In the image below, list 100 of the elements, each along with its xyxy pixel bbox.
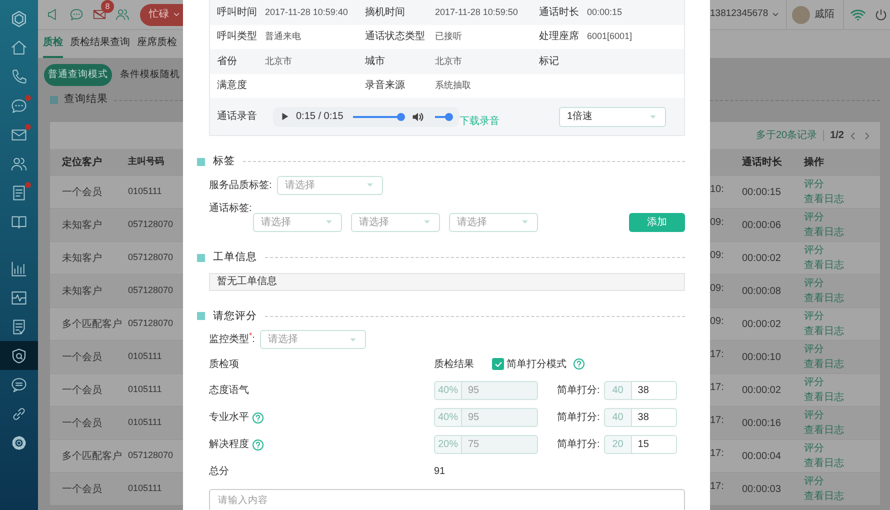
- field-value: 系统抽取: [435, 79, 472, 92]
- table-cell-text: 0105111: [128, 383, 163, 396]
- action-link[interactable]: 查看日志: [804, 226, 864, 238]
- table-cell-text: 一个会员: [61, 482, 103, 496]
- hexagon-logo-icon: [10, 10, 28, 28]
- action-link[interactable]: 查看日志: [804, 194, 864, 206]
- action-link[interactable]: 评分: [804, 178, 864, 190]
- action-link[interactable]: 评分: [804, 310, 864, 322]
- field-value: 已接听: [435, 30, 463, 43]
- dropdown-field[interactable]: 请选择: [351, 212, 440, 232]
- table-cell-text: 一个会员: [61, 416, 103, 430]
- action-link[interactable]: 评分: [804, 244, 864, 256]
- action-link[interactable]: 查看日志: [804, 424, 864, 436]
- percent-label: 40%: [434, 408, 462, 428]
- comment-field[interactable]: 请输入内容: [209, 489, 685, 510]
- action-link[interactable]: 评分: [804, 442, 864, 454]
- section-title: 工单信息: [213, 250, 257, 265]
- play-icon[interactable]: [279, 111, 290, 122]
- slider-thumb[interactable]: [445, 112, 454, 120]
- phone-icon: [10, 68, 28, 86]
- table-cell-text: 未知客户: [61, 218, 103, 232]
- column-header: 通话时长: [742, 156, 783, 170]
- speed-dropdown[interactable]: 1倍速: [559, 106, 666, 126]
- section-title: 请您评分: [213, 308, 257, 324]
- user-name: 戚陌: [814, 8, 835, 22]
- score-input[interactable]: 38: [632, 381, 677, 400]
- action-link[interactable]: 评分: [804, 410, 864, 422]
- max-score-label: 20: [604, 435, 632, 454]
- dropdown-field[interactable]: 请选择: [276, 176, 383, 195]
- field-value: 北京市: [435, 54, 463, 68]
- field-label: 城市: [365, 54, 386, 69]
- table-cell-text: 00:00:10: [742, 350, 782, 364]
- help-icon[interactable]: [252, 438, 264, 451]
- section-title: 标签: [213, 154, 235, 169]
- item-name: 解决程度: [209, 438, 249, 452]
- field-label: 标记: [539, 54, 560, 69]
- mail-icon[interactable]: [92, 7, 107, 22]
- item-name: 态度语气: [209, 384, 249, 398]
- action-link[interactable]: 评分: [804, 344, 864, 356]
- action-link[interactable]: 查看日志: [804, 260, 864, 272]
- table-cell-text: 未知客户: [61, 252, 103, 266]
- score-field[interactable]: 95: [462, 408, 538, 428]
- action-link[interactable]: 评分: [804, 212, 864, 224]
- field-label: 通话标签:: [209, 202, 253, 216]
- tab[interactable]: 质检: [43, 35, 63, 58]
- dropdown-field[interactable]: 请选择: [253, 212, 342, 232]
- field-label: 简单打分:: [557, 438, 600, 452]
- field-label: 通话录音: [217, 110, 258, 124]
- checkbox[interactable]: [492, 358, 504, 370]
- table-cell-text: 00:00:08: [742, 284, 782, 298]
- score-field[interactable]: 75: [462, 435, 538, 454]
- table-cell-text: 0105111: [128, 350, 163, 364]
- mode-button[interactable]: 条件模板随机: [116, 64, 183, 86]
- table-cell-text: 00:00:03: [742, 482, 782, 496]
- table-cell-text: 17:: [710, 348, 725, 362]
- field-label: 满意度: [217, 78, 248, 94]
- download-link[interactable]: 下载录音: [459, 114, 500, 129]
- table-cell-text: 057128070: [128, 449, 174, 462]
- field-label: 呼叫类型: [217, 30, 258, 44]
- action-link[interactable]: 评分: [804, 476, 864, 488]
- column-header: 操作: [804, 156, 824, 170]
- action-link[interactable]: 查看日志: [804, 292, 864, 304]
- dropdown-field[interactable]: 请选择: [449, 212, 538, 232]
- mode-button[interactable]: 普通查询模式: [44, 64, 112, 86]
- table-cell-text: 09:: [710, 282, 725, 296]
- avatar-placeholder: [792, 6, 810, 24]
- table-cell-text: 057128070: [128, 251, 174, 264]
- action-link[interactable]: 查看日志: [804, 392, 864, 404]
- score-input[interactable]: 38: [632, 408, 677, 428]
- power-icon[interactable]: [874, 8, 888, 22]
- action-link[interactable]: 查看日志: [804, 458, 864, 470]
- checkbox-label[interactable]: 简单打分模式: [506, 356, 566, 372]
- table-cell-text: 09:: [710, 216, 725, 230]
- notification-count: 8: [101, 0, 114, 13]
- chat-icon[interactable]: [69, 7, 84, 22]
- score-field[interactable]: 95: [462, 381, 538, 400]
- action-link[interactable]: 评分: [804, 376, 864, 388]
- dropdown-field[interactable]: 请选择: [260, 330, 366, 350]
- table-cell-text: 0105111: [128, 482, 163, 496]
- help-icon[interactable]: [572, 358, 584, 370]
- action-link[interactable]: 查看日志: [804, 490, 864, 502]
- section-marker: [197, 158, 205, 166]
- status-dropdown[interactable]: 忙碌: [140, 4, 183, 26]
- field-label: 简单打分:: [557, 410, 600, 426]
- add-button[interactable]: 添加: [629, 212, 685, 232]
- score-input[interactable]: 15: [632, 435, 677, 454]
- table-cell-text: 057128070: [128, 317, 174, 330]
- action-link[interactable]: 查看日志: [804, 326, 864, 338]
- tab[interactable]: 座席质检: [137, 35, 177, 58]
- record-count: 多于20条记录: [756, 129, 818, 143]
- slider-thumb[interactable]: [397, 112, 406, 120]
- tab[interactable]: 质检结果查询: [70, 35, 130, 58]
- item-name: 专业水平: [209, 410, 249, 426]
- max-score-label: 40: [604, 381, 632, 400]
- users-icon[interactable]: [115, 7, 130, 22]
- action-link[interactable]: 评分: [804, 278, 864, 290]
- sidebar-item[interactable]: [0, 341, 38, 370]
- action-link[interactable]: 查看日志: [804, 358, 864, 370]
- help-icon[interactable]: [252, 412, 264, 424]
- field-label: 服务品质标签:: [209, 178, 272, 193]
